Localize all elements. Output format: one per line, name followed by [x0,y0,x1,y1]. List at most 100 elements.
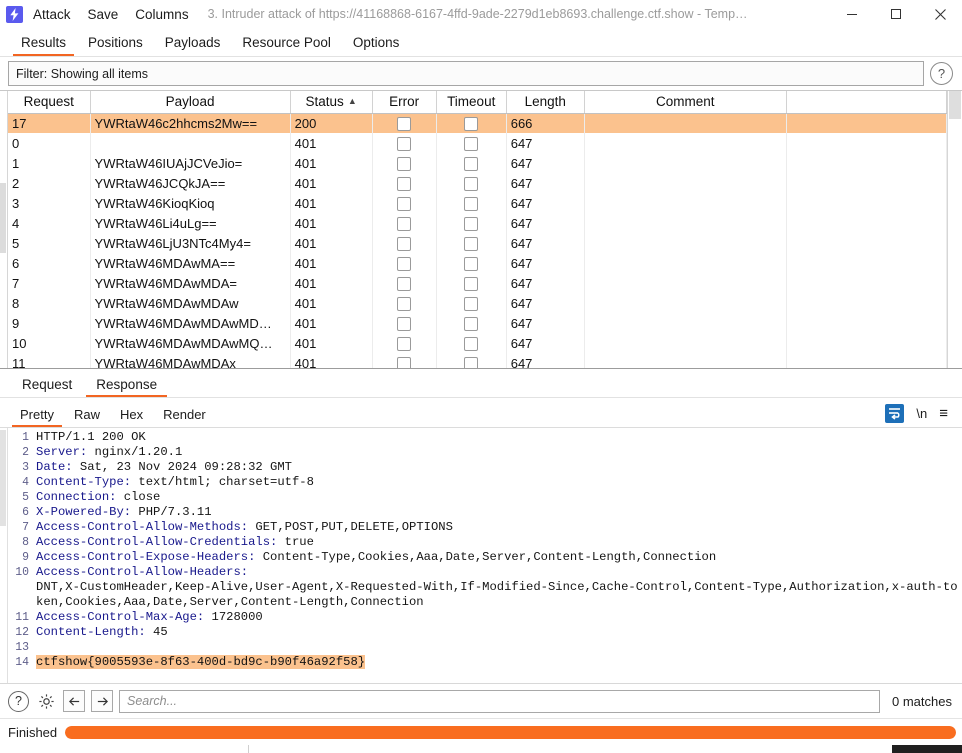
error-checkbox[interactable] [397,216,412,231]
cell-error[interactable] [372,313,437,333]
close-icon[interactable] [918,0,962,28]
response-vertical-scrollbar[interactable] [0,428,8,683]
timeout-checkbox[interactable] [464,296,479,311]
table-row[interactable]: 8 YWRtaW46MDAwMDAw 401 647 [8,293,947,313]
cell-timeout[interactable] [436,153,507,173]
cell-timeout[interactable] [436,133,507,153]
arrow-right-icon[interactable] [91,690,113,712]
cell-timeout[interactable] [436,173,507,193]
tab-raw[interactable]: Raw [64,407,110,427]
word-wrap-icon[interactable] [884,403,904,423]
timeout-checkbox[interactable] [464,196,479,211]
cell-error[interactable] [372,293,437,313]
cell-error[interactable] [372,353,437,368]
tab-pretty[interactable]: Pretty [10,407,64,427]
cell-error[interactable] [372,213,437,233]
timeout-checkbox[interactable] [464,216,479,231]
col-header-comment[interactable]: Comment [584,91,787,114]
error-checkbox[interactable] [397,316,412,331]
cell-timeout[interactable] [436,113,507,133]
scrollbar-thumb-response[interactable] [0,430,6,526]
table-row[interactable]: 6 YWRtaW46MDAwMA== 401 647 [8,253,947,273]
menu-icon[interactable]: ≡ [939,406,948,421]
error-checkbox[interactable] [397,236,412,251]
timeout-checkbox[interactable] [464,276,479,291]
timeout-checkbox[interactable] [464,176,479,191]
table-row[interactable]: 2 YWRtaW46JCQkJA== 401 647 [8,173,947,193]
cell-error[interactable] [372,133,437,153]
tab-response[interactable]: Response [84,377,169,397]
results-right-scrollbar[interactable] [947,91,962,368]
tab-request[interactable]: Request [10,377,84,397]
table-row[interactable]: 10 YWRtaW46MDAwMDAwMQ… 401 647 [8,333,947,353]
cell-timeout[interactable] [436,333,507,353]
question-mark-icon[interactable]: ? [930,62,953,85]
error-checkbox[interactable] [397,256,412,271]
table-row[interactable]: 11 YWRtaW46MDAwMDAx 401 647 [8,353,947,368]
error-checkbox[interactable] [397,176,412,191]
error-checkbox[interactable] [397,356,412,368]
tab-options[interactable]: Options [342,35,411,56]
tab-render[interactable]: Render [153,407,216,427]
error-checkbox[interactable] [397,196,412,211]
timeout-checkbox[interactable] [464,236,479,251]
timeout-checkbox[interactable] [464,256,479,271]
col-header-length[interactable]: Length [506,91,585,114]
error-checkbox[interactable] [397,336,412,351]
timeout-checkbox[interactable] [464,356,479,368]
cell-timeout[interactable] [436,233,507,253]
table-row[interactable]: 9 YWRtaW46MDAwMDAwMD… 401 647 [8,313,947,333]
minimize-icon[interactable] [830,0,874,28]
tab-resource-pool[interactable]: Resource Pool [231,35,342,56]
maximize-icon[interactable] [874,0,918,28]
response-body[interactable]: 1 HTTP/1.1 200 OK 2 Server: nginx/1.20.1 3 Da… [8,428,962,683]
error-checkbox[interactable] [397,136,412,151]
scrollbar-thumb-right[interactable] [949,91,961,119]
cell-timeout[interactable] [436,253,507,273]
menu-save[interactable]: Save [88,7,119,22]
timeout-checkbox[interactable] [464,117,479,132]
menu-attack[interactable]: Attack [33,7,71,22]
cell-timeout[interactable] [436,313,507,333]
table-row[interactable]: 0 401 647 [8,133,947,153]
col-header-request[interactable]: Request [8,91,91,114]
table-row[interactable]: 4 YWRtaW46Li4uLg== 401 647 [8,213,947,233]
col-header-status[interactable]: Status ▲ [290,91,373,114]
scrollbar-thumb[interactable] [0,183,6,253]
error-checkbox[interactable] [397,296,412,311]
tab-results[interactable]: Results [10,35,77,56]
gear-icon[interactable] [35,690,57,712]
table-row[interactable]: 17 YWRtaW46c2hhcms2Mw== 200 666 [8,113,947,133]
cell-timeout[interactable] [436,293,507,313]
tab-hex[interactable]: Hex [110,407,153,427]
col-header-timeout[interactable]: Timeout [436,91,507,114]
tab-positions[interactable]: Positions [77,35,154,56]
col-header-error[interactable]: Error [372,91,437,114]
cell-timeout[interactable] [436,193,507,213]
error-checkbox[interactable] [397,156,412,171]
error-checkbox[interactable] [397,276,412,291]
tab-payloads[interactable]: Payloads [154,35,232,56]
question-mark-icon[interactable]: ? [8,690,29,712]
timeout-checkbox[interactable] [464,156,479,171]
filter-bar[interactable]: Filter: Showing all items [8,61,924,86]
timeout-checkbox[interactable] [464,316,479,331]
timeout-checkbox[interactable] [464,336,479,351]
table-row[interactable]: 3 YWRtaW46KioqKioq 401 647 [8,193,947,213]
cell-error[interactable] [372,233,437,253]
cell-error[interactable] [372,153,437,173]
cell-timeout[interactable] [436,273,507,293]
results-vertical-scrollbar[interactable] [0,91,8,368]
table-row[interactable]: 1 YWRtaW46IUAjJCVeJio= 401 647 [8,153,947,173]
cell-error[interactable] [372,333,437,353]
search-input[interactable]: Search... [119,689,881,713]
cell-error[interactable] [372,173,437,193]
table-row[interactable]: 5 YWRtaW46LjU3NTc4My4= 401 647 [8,233,947,253]
timeout-checkbox[interactable] [464,136,479,151]
cell-error[interactable] [372,273,437,293]
error-checkbox[interactable] [397,117,412,132]
newline-icon[interactable]: \n [916,406,927,421]
cell-error[interactable] [372,253,437,273]
cell-timeout[interactable] [436,213,507,233]
arrow-left-icon[interactable] [63,690,85,712]
